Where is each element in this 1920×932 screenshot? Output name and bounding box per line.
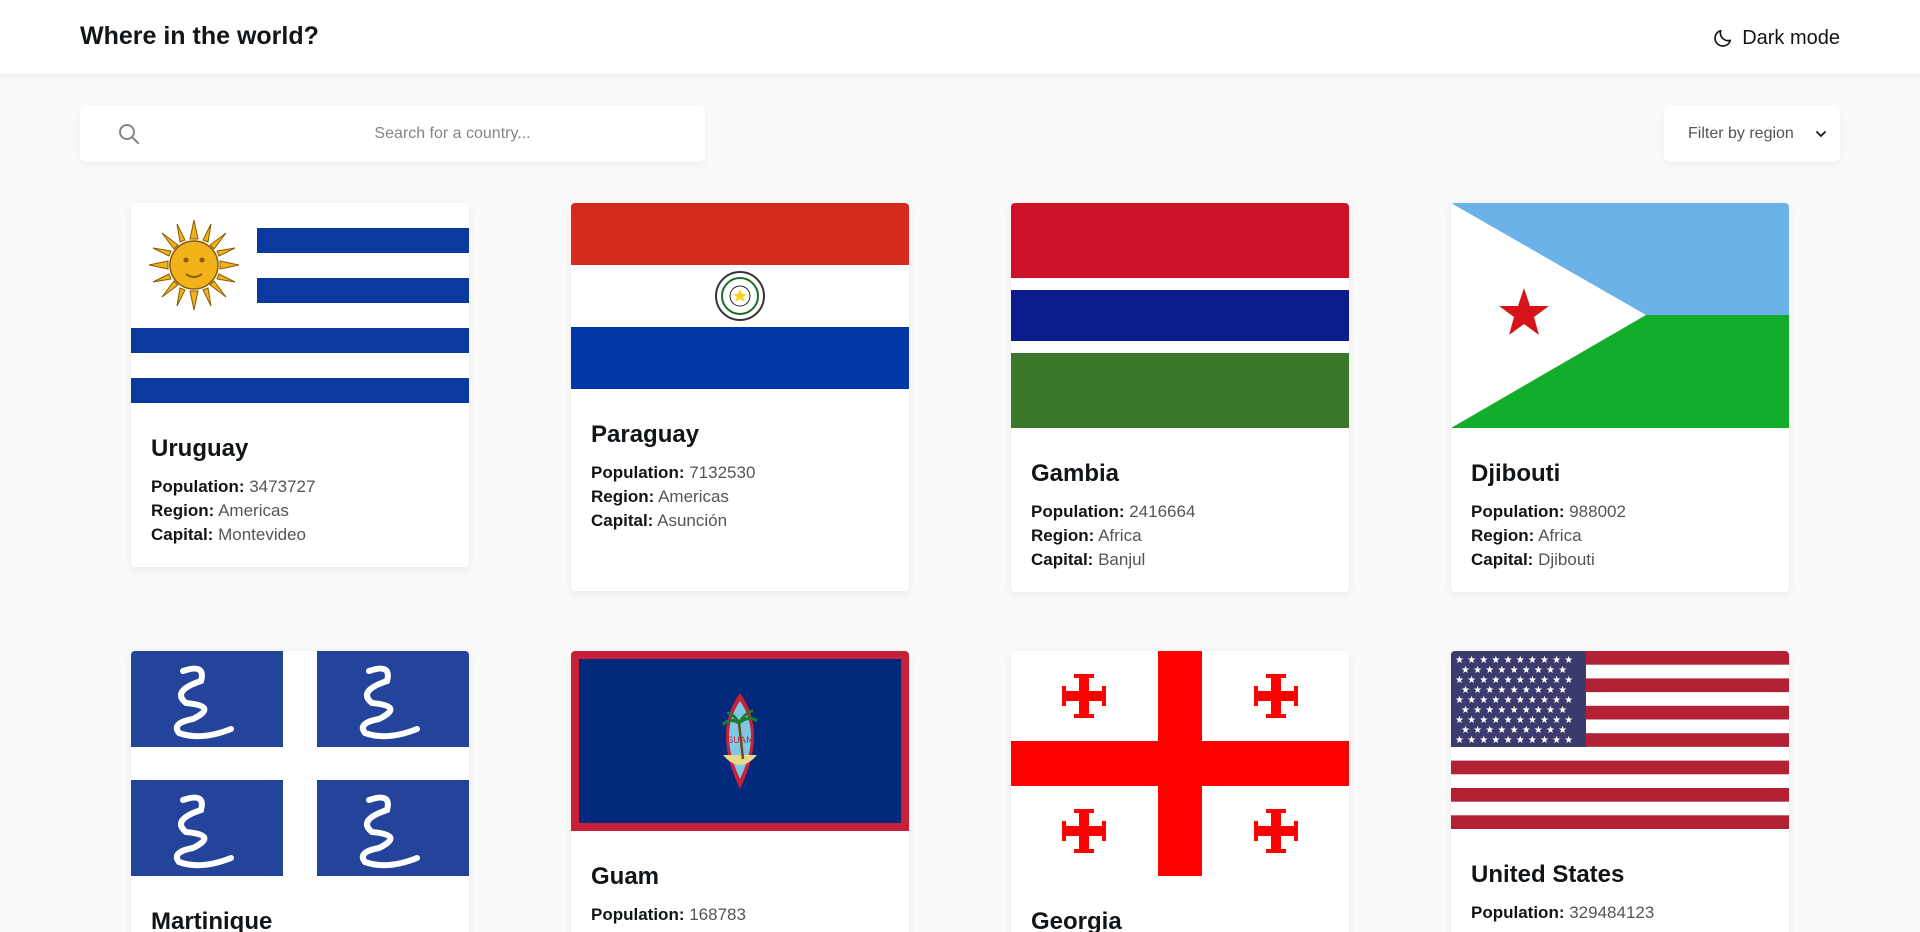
population-key: Population:: [1471, 502, 1565, 521]
region-key: Region:: [151, 501, 215, 520]
capital-line: Capital: Banjul: [1031, 548, 1329, 572]
capital-line: Capital: Montevideo: [151, 523, 449, 547]
population-line: Population: 329484123: [1471, 901, 1769, 925]
country-name: United States: [1471, 861, 1625, 888]
population-line: Population: 168783: [591, 903, 889, 927]
country-card-guam[interactable]: GUAM Guam Population: 168783: [571, 651, 909, 932]
flag-djibouti: [1451, 203, 1789, 428]
country-card-georgia[interactable]: Georgia: [1011, 651, 1349, 932]
capital-value: Asunción: [657, 511, 728, 530]
capital-line: Capital: Djibouti: [1471, 548, 1769, 572]
svg-text:★ ★ ★ ★ ★ ★ ★ ★ ★ ★: ★ ★ ★ ★ ★ ★ ★ ★ ★ ★: [1455, 735, 1573, 746]
population-value: 988002: [1569, 502, 1626, 521]
region-key: Region:: [591, 487, 655, 506]
country-card-martinique[interactable]: Martinique: [131, 651, 469, 932]
capital-key: Capital:: [1031, 550, 1094, 569]
flag-gambia: [1011, 203, 1349, 428]
country-card-paraguay[interactable]: Paraguay Population: 7132530 Region: Ame…: [571, 203, 909, 591]
search-box[interactable]: [80, 105, 705, 162]
population-value: 7132530: [689, 463, 756, 482]
flag-paraguay: [571, 203, 909, 389]
top-header: Where in the world? Dark mode: [0, 0, 1920, 74]
population-value: 3473727: [249, 477, 316, 496]
region-value: Americas: [218, 501, 289, 520]
population-value: 329484123: [1569, 903, 1655, 922]
flag-martinique: [131, 651, 469, 876]
svg-text:GUAM: GUAM: [726, 736, 753, 746]
region-key: Region:: [1031, 526, 1095, 545]
capital-key: Capital:: [151, 525, 214, 544]
capital-key: Capital:: [591, 511, 654, 530]
capital-key: Capital:: [1471, 550, 1534, 569]
capital-value: Montevideo: [218, 525, 306, 544]
country-name: Guam: [591, 863, 660, 890]
dark-mode-toggle[interactable]: Dark mode: [1712, 24, 1840, 52]
country-name: Martinique: [151, 908, 273, 932]
flag-united-states: ★ ★ ★ ★ ★ ★ ★ ★ ★ ★ ★ ★ ★ ★ ★ ★ ★ ★ ★ ★ …: [1451, 651, 1789, 829]
population-key: Population:: [151, 477, 245, 496]
flag-guam: GUAM: [571, 651, 909, 831]
region-filter-dropdown[interactable]: Filter by region: [1664, 105, 1840, 162]
population-value: 168783: [689, 905, 746, 924]
country-name: Georgia: [1031, 908, 1122, 932]
population-key: Population:: [591, 463, 685, 482]
population-line: Population: 7132530: [591, 461, 889, 485]
population-line: Population: 988002: [1471, 500, 1769, 524]
country-name: Gambia: [1031, 460, 1120, 487]
population-line: Population: 3473727: [151, 475, 449, 499]
region-value: Africa: [1538, 526, 1582, 545]
dark-mode-label: Dark mode: [1742, 26, 1840, 49]
country-card-united-states[interactable]: ★ ★ ★ ★ ★ ★ ★ ★ ★ ★ ★ ★ ★ ★ ★ ★ ★ ★ ★ ★ …: [1451, 651, 1789, 932]
country-name: Djibouti: [1471, 460, 1561, 487]
flag-georgia: [1011, 651, 1349, 876]
population-line: Population: 2416664: [1031, 500, 1329, 524]
population-key: Population:: [591, 905, 685, 924]
country-name: Uruguay: [151, 435, 249, 462]
filter-label: Filter by region: [1688, 124, 1794, 142]
population-key: Population:: [1471, 903, 1565, 922]
region-value: Americas: [658, 487, 729, 506]
region-value: Africa: [1098, 526, 1142, 545]
population-key: Population:: [1031, 502, 1125, 521]
chevron-down-icon: [1816, 130, 1826, 137]
country-card-gambia[interactable]: Gambia Population: 2416664 Region: Afric…: [1011, 203, 1349, 592]
flag-uruguay: [131, 203, 469, 403]
moon-icon: [1714, 29, 1732, 47]
app-title: Where in the world?: [80, 22, 319, 50]
country-name: Paraguay: [591, 421, 700, 448]
search-input[interactable]: [220, 105, 685, 162]
capital-line: Capital: Asunción: [591, 509, 889, 533]
region-line: Region: Africa: [1031, 524, 1329, 548]
region-key: Region:: [1471, 526, 1535, 545]
search-icon: [119, 124, 139, 144]
country-card-djibouti[interactable]: Djibouti Population: 988002 Region: Afri…: [1451, 203, 1789, 592]
population-value: 2416664: [1129, 502, 1196, 521]
country-card-uruguay[interactable]: Uruguay Population: 3473727 Region: Amer…: [131, 203, 469, 567]
region-line: Region: Americas: [591, 485, 889, 509]
region-line: Region: Americas: [151, 499, 449, 523]
capital-value: Djibouti: [1538, 550, 1595, 569]
capital-value: Banjul: [1098, 550, 1146, 569]
region-line: Region: Africa: [1471, 524, 1769, 548]
